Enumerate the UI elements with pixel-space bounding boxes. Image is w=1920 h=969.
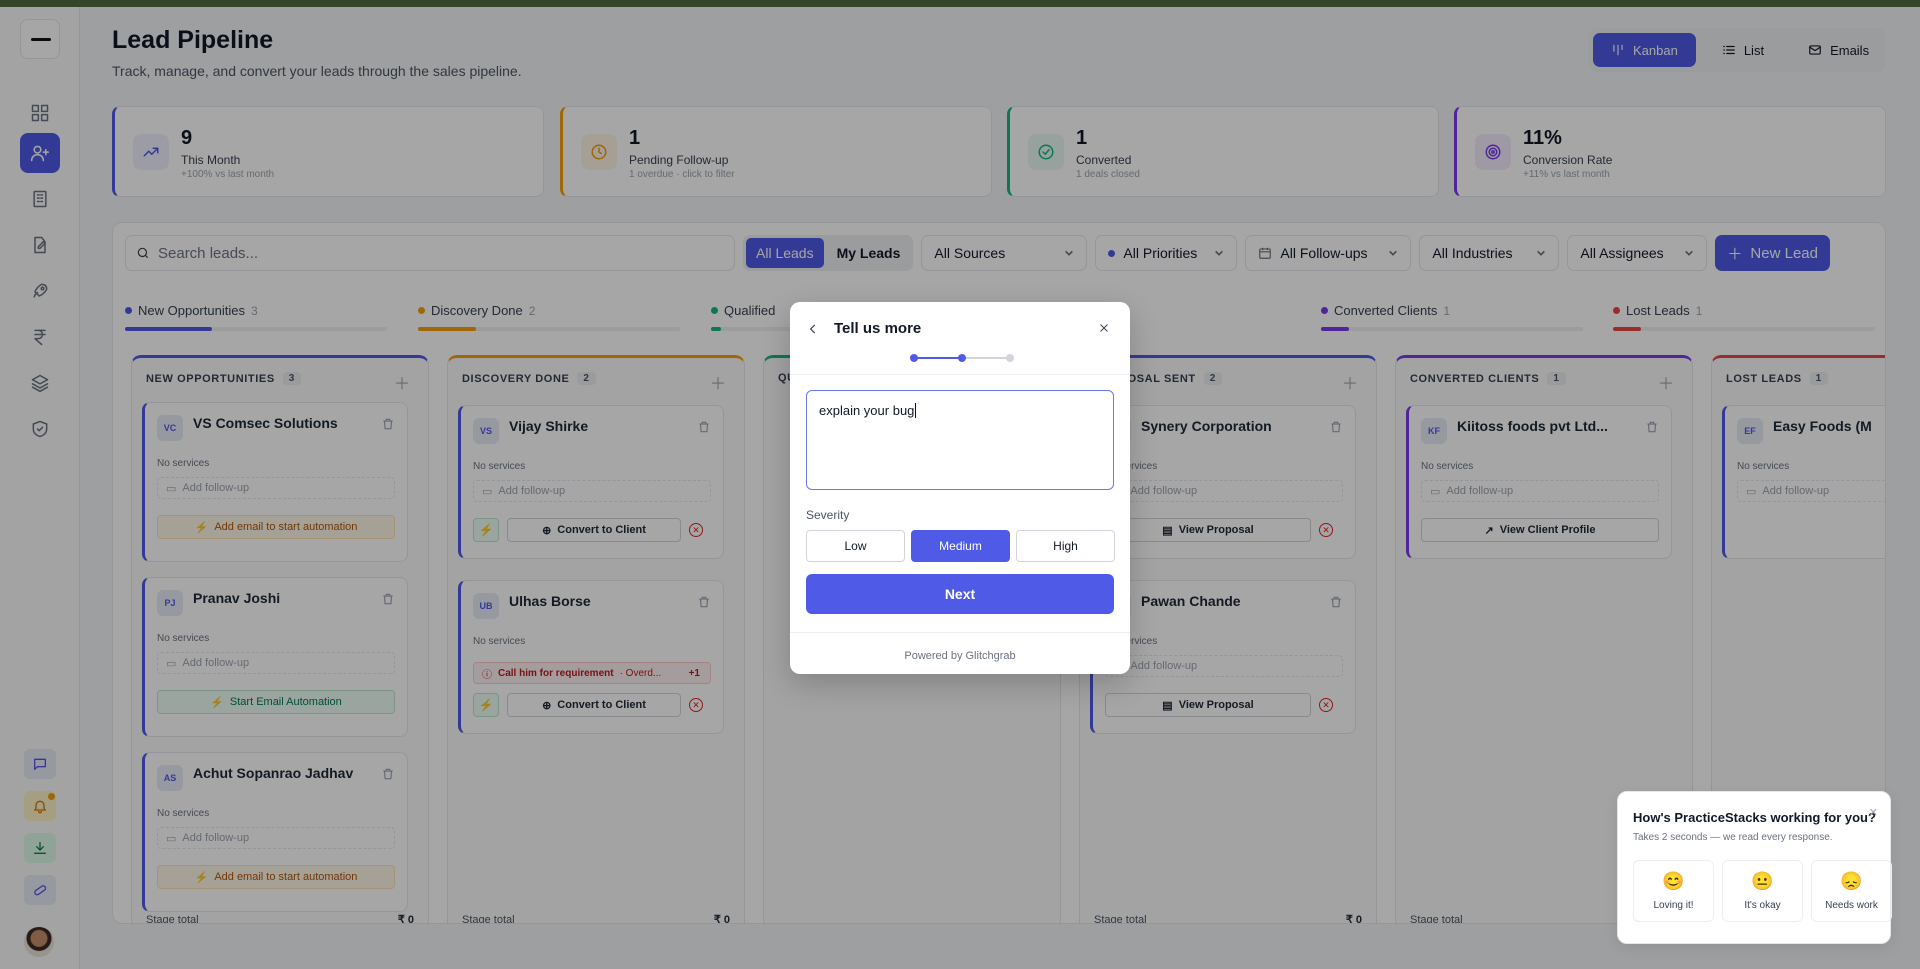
powered-by-text: Powered by Glitchgrab: [904, 650, 1016, 662]
severity-low-button[interactable]: Low: [806, 530, 905, 562]
feedback-needs-work-button[interactable]: 😞 Needs work: [1811, 860, 1892, 922]
smile-icon: 😊: [1662, 871, 1685, 891]
step-dot-current: [958, 354, 966, 362]
close-icon[interactable]: [1098, 322, 1110, 334]
modal-title: Tell us more: [834, 320, 922, 337]
bug-description-textarea[interactable]: explain your bug: [806, 390, 1114, 490]
step-line-done: [914, 357, 962, 359]
divider: [790, 632, 1130, 633]
feedback-loving-it-button[interactable]: 😊 Loving it!: [1633, 860, 1714, 922]
severity-medium-button[interactable]: Medium: [911, 530, 1010, 562]
textarea-value: explain your bug: [819, 403, 915, 418]
step-dot: [1006, 354, 1014, 362]
divider: [790, 374, 1130, 375]
feedback-its-okay-button[interactable]: 😐 It's okay: [1722, 860, 1803, 922]
severity-label: Severity: [806, 508, 850, 522]
step-dot: [910, 354, 918, 362]
feedback-option-label: It's okay: [1744, 900, 1781, 911]
close-icon[interactable]: ✕: [1869, 806, 1878, 819]
back-icon[interactable]: [806, 322, 820, 336]
sad-face-icon: 😞: [1840, 871, 1863, 891]
severity-high-button[interactable]: High: [1016, 530, 1115, 562]
bug-report-modal: Tell us more explain your bug Severity L…: [790, 302, 1130, 674]
feedback-subtitle: Takes 2 seconds — we read every response…: [1633, 832, 1833, 843]
step-line-pending: [962, 357, 1010, 359]
step-indicator: [910, 354, 1014, 362]
feedback-title: How's PracticeStacks working for you?: [1633, 810, 1876, 825]
feedback-option-label: Loving it!: [1653, 900, 1694, 911]
feedback-option-label: Needs work: [1825, 900, 1878, 911]
severity-options: Low Medium High: [806, 530, 1115, 562]
feedback-widget: How's PracticeStacks working for you? ✕ …: [1617, 791, 1892, 944]
neutral-face-icon: 😐: [1751, 871, 1774, 891]
next-button[interactable]: Next: [806, 574, 1114, 614]
feedback-options: 😊 Loving it! 😐 It's okay 😞 Needs work: [1633, 860, 1892, 922]
text-cursor: [915, 403, 917, 418]
